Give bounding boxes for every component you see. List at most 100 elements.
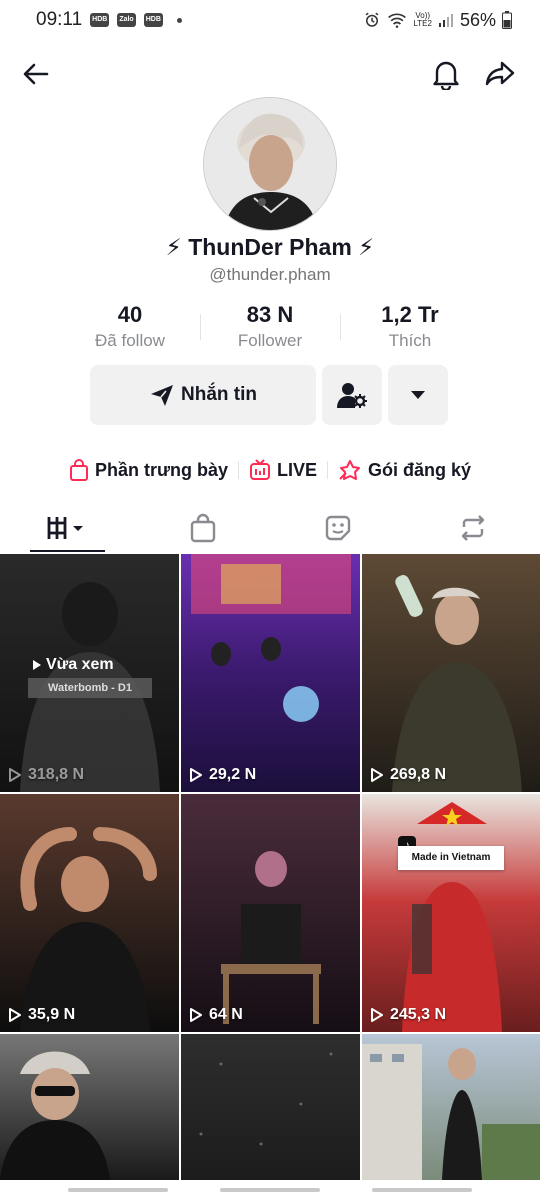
video-thumbnail[interactable]: ♪ Made in Vietnam 245,3 N [362,794,540,1032]
lte-indicator: Vo)) LTE2 [413,12,432,28]
thumbnail-image [362,1044,540,1180]
showcase-link[interactable]: Phần trưng bày [69,459,228,481]
tab-videos[interactable] [0,504,135,552]
view-count-value: 318,8 N [28,766,85,783]
video-thumbnail[interactable]: Vừa xem Waterbomb - D1 318,8 N [0,554,179,792]
play-outline-icon [190,768,202,782]
link-divider [238,461,239,479]
profile-links: Phần trưng bày LIVE Gói đăng ký [0,452,540,488]
alarm-icon [366,12,379,27]
scroll-indicator [372,1188,472,1192]
showcase-link-label: Phần trưng bày [94,459,228,480]
shop-bag-icon [190,513,215,543]
back-button[interactable] [16,54,56,94]
message-button-label: Nhắn tin [181,384,257,405]
thumbnail-image [191,554,351,722]
tab-shop[interactable] [135,504,270,552]
recently-watched-title: Vừa xem [32,656,114,674]
shopping-bag-icon [69,459,88,481]
thumbnail-image [402,802,502,1032]
link-divider [327,461,329,479]
video-grid: Vừa xem Waterbomb - D1 318,8 N 29,2 N 26… [0,554,540,1180]
view-count: 318,8 N [8,766,84,784]
thumbnail-image [221,851,321,1024]
live-link[interactable]: LIVE [249,459,317,481]
profile-display-name: ThunDer Pham [188,234,352,260]
subscription-link[interactable]: Gói đăng ký [338,459,471,481]
scroll-indicator [220,1188,320,1192]
send-icon [151,385,173,406]
recently-watched-label: Vừa xem [46,656,114,673]
recently-watched-badge: Vừa xem Waterbomb - D1 [28,654,152,702]
stat-followers-label: Follower [237,331,303,350]
repost-icon [461,515,484,541]
zalo-notification-icon: Zalo [117,13,136,27]
stat-following[interactable]: 40 Đã follow [60,300,200,356]
thumbnail-image [199,1052,333,1146]
follow-settings-button[interactable] [322,365,382,425]
video-thumbnail[interactable] [0,1034,179,1180]
avatar-image [204,98,336,230]
share-button[interactable] [480,54,520,94]
video-thumbnail[interactable] [362,1034,540,1180]
stat-followers[interactable]: 83 N Follower [200,300,340,356]
battery-icon [502,11,512,29]
thumbnail-image [392,575,522,792]
view-count: 35,9 N [8,1006,75,1024]
user-settings-icon [337,383,367,408]
play-icon [33,660,41,670]
play-outline-icon [9,768,21,782]
profile-display-name-row: ⚡ ThunDer Pham ⚡ [0,234,540,261]
tab-reposts[interactable] [405,504,540,552]
videos-grid-icon [47,517,83,539]
caret-down-icon [411,391,425,399]
view-count-value: 245,3 N [390,1006,447,1023]
subscription-link-label: Gói đăng ký [368,459,472,480]
wifi-icon [388,13,407,28]
stat-likes-value: 1,2 Tr [381,302,439,327]
battery-percent: 56% [459,9,496,30]
lightning-emoji-left: ⚡ [165,234,182,260]
video-thumbnail[interactable] [181,1034,360,1180]
live-tv-icon [250,459,270,480]
view-count-value: 269,8 N [390,766,447,783]
play-outline-icon [371,768,383,782]
play-outline-icon [9,1008,21,1022]
notifications-button[interactable] [426,54,466,94]
video-thumbnail[interactable]: 29,2 N [181,554,360,792]
profile-stats: 40 Đã follow 83 N Follower 1,2 Tr Thích [60,300,480,356]
signal-icon [438,14,453,27]
view-count: 64 N [189,1006,243,1024]
tab-stickers[interactable] [270,504,405,552]
more-options-dropdown-button[interactable] [388,365,448,425]
top-navigation [0,48,540,100]
notification-icon: HDB [143,13,163,27]
view-count-value: 64 N [209,1006,243,1023]
notification-icon: HDB [90,13,110,27]
stat-likes[interactable]: 1,2 Tr Thích [340,300,480,356]
status-left: 09:11 HDB Zalo HDB [36,9,182,31]
video-thumbnail[interactable]: 64 N [181,794,360,1032]
view-count: 269,8 N [370,766,446,784]
view-count: 29,2 N [189,766,256,784]
play-outline-icon [371,1008,383,1022]
status-right: Vo)) LTE2 56% [363,10,512,31]
profile-username: @thunder.pham [209,265,331,284]
message-button[interactable]: Nhắn tin [90,365,316,425]
stat-following-value: 40 [117,302,143,327]
more-notifications-dot [176,17,182,23]
view-count-value: 29,2 N [209,766,257,783]
thumbnail-image [0,1051,110,1180]
scroll-indicator [68,1188,168,1192]
video-thumbnail[interactable]: 269,8 N [362,554,540,792]
profile-avatar[interactable] [203,97,337,231]
video-thumbnail[interactable]: 35,9 N [0,794,179,1032]
thumbnail-image [20,827,157,1032]
recently-watched-subtitle: Waterbomb - D1 [28,678,152,698]
live-link-label: LIVE [277,459,318,480]
status-bar: 09:11 HDB Zalo HDB Vo)) LTE2 56% [0,0,540,40]
lte-label: LTE2 [413,19,432,28]
stat-following-label: Đã follow [95,331,165,350]
view-count-value: 35,9 N [28,1006,76,1023]
share-arrow-icon [485,61,515,86]
